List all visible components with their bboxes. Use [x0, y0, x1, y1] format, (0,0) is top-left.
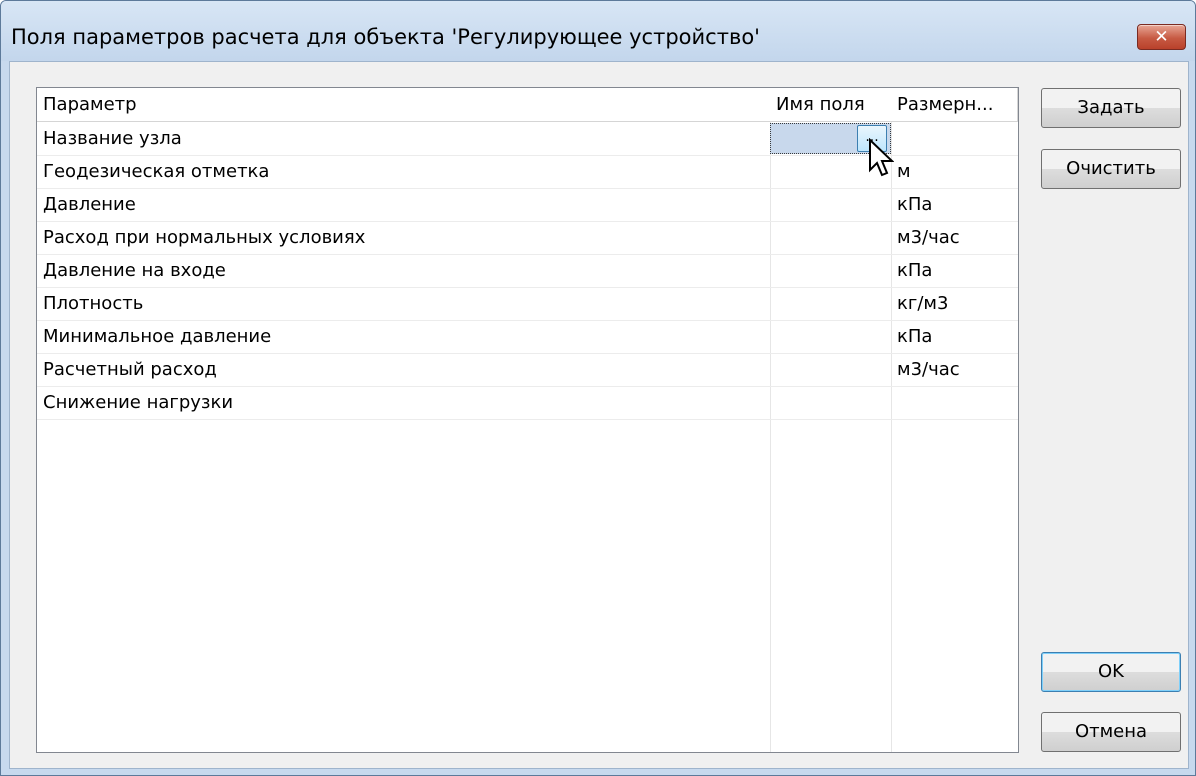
table-row[interactable]: Плотность кг/м3: [37, 287, 1018, 321]
unit-cell: кПа: [897, 194, 933, 215]
param-cell: Давление на входе: [43, 260, 226, 281]
unit-cell: кПа: [897, 326, 933, 347]
param-cell: Плотность: [43, 293, 144, 314]
cancel-button[interactable]: Отмена: [1041, 712, 1181, 752]
column-header-parameter[interactable]: Параметр: [37, 88, 771, 122]
column-header-field-name[interactable]: Имя поля: [770, 88, 892, 122]
dialog-client-area: Параметр Имя поля Размерн... Название уз…: [9, 61, 1189, 769]
title-bar[interactable]: Поля параметров расчета для объекта 'Рег…: [1, 1, 1195, 61]
table-row[interactable]: Расход при нормальных условиях м3/час: [37, 221, 1018, 255]
dialog-window: Поля параметров расчета для объекта 'Рег…: [0, 0, 1196, 776]
param-cell: Снижение нагрузки: [43, 392, 234, 413]
column-header-units[interactable]: Размерн...: [891, 88, 1018, 122]
unit-cell: м3/час: [897, 227, 960, 248]
unit-cell: [891, 122, 1017, 155]
ok-button[interactable]: OK: [1041, 652, 1181, 692]
table-row[interactable]: Снижение нагрузки: [37, 386, 1018, 420]
unit-cell: кг/м3: [897, 293, 949, 314]
set-button[interactable]: Задать: [1041, 88, 1181, 128]
param-cell: Расход при нормальных условиях: [43, 227, 366, 248]
window-title: Поля параметров расчета для объекта 'Рег…: [11, 25, 760, 49]
parameters-list[interactable]: Параметр Имя поля Размерн... Название уз…: [36, 87, 1019, 753]
param-cell: Давление: [43, 194, 136, 215]
param-cell: Минимальное давление: [43, 326, 272, 347]
param-cell: Геодезическая отметка: [43, 161, 270, 182]
param-cell: Расчетный расход: [43, 359, 217, 380]
close-icon: ✕: [1154, 27, 1169, 47]
table-row[interactable]: Минимальное давление кПа: [37, 320, 1018, 354]
close-button[interactable]: ✕: [1137, 24, 1186, 50]
table-row[interactable]: Давление кПа: [37, 188, 1018, 222]
clear-button[interactable]: Очистить: [1041, 149, 1181, 189]
unit-cell: кПа: [897, 260, 933, 281]
mouse-pointer-icon: [869, 138, 894, 177]
unit-cell: м: [897, 161, 911, 182]
param-cell: Название узла: [43, 128, 182, 149]
unit-cell: м3/час: [897, 359, 960, 380]
table-row[interactable]: Расчетный расход м3/час: [37, 353, 1018, 387]
unit-cell: [891, 386, 1017, 419]
table-row[interactable]: Давление на входе кПа: [37, 254, 1018, 288]
